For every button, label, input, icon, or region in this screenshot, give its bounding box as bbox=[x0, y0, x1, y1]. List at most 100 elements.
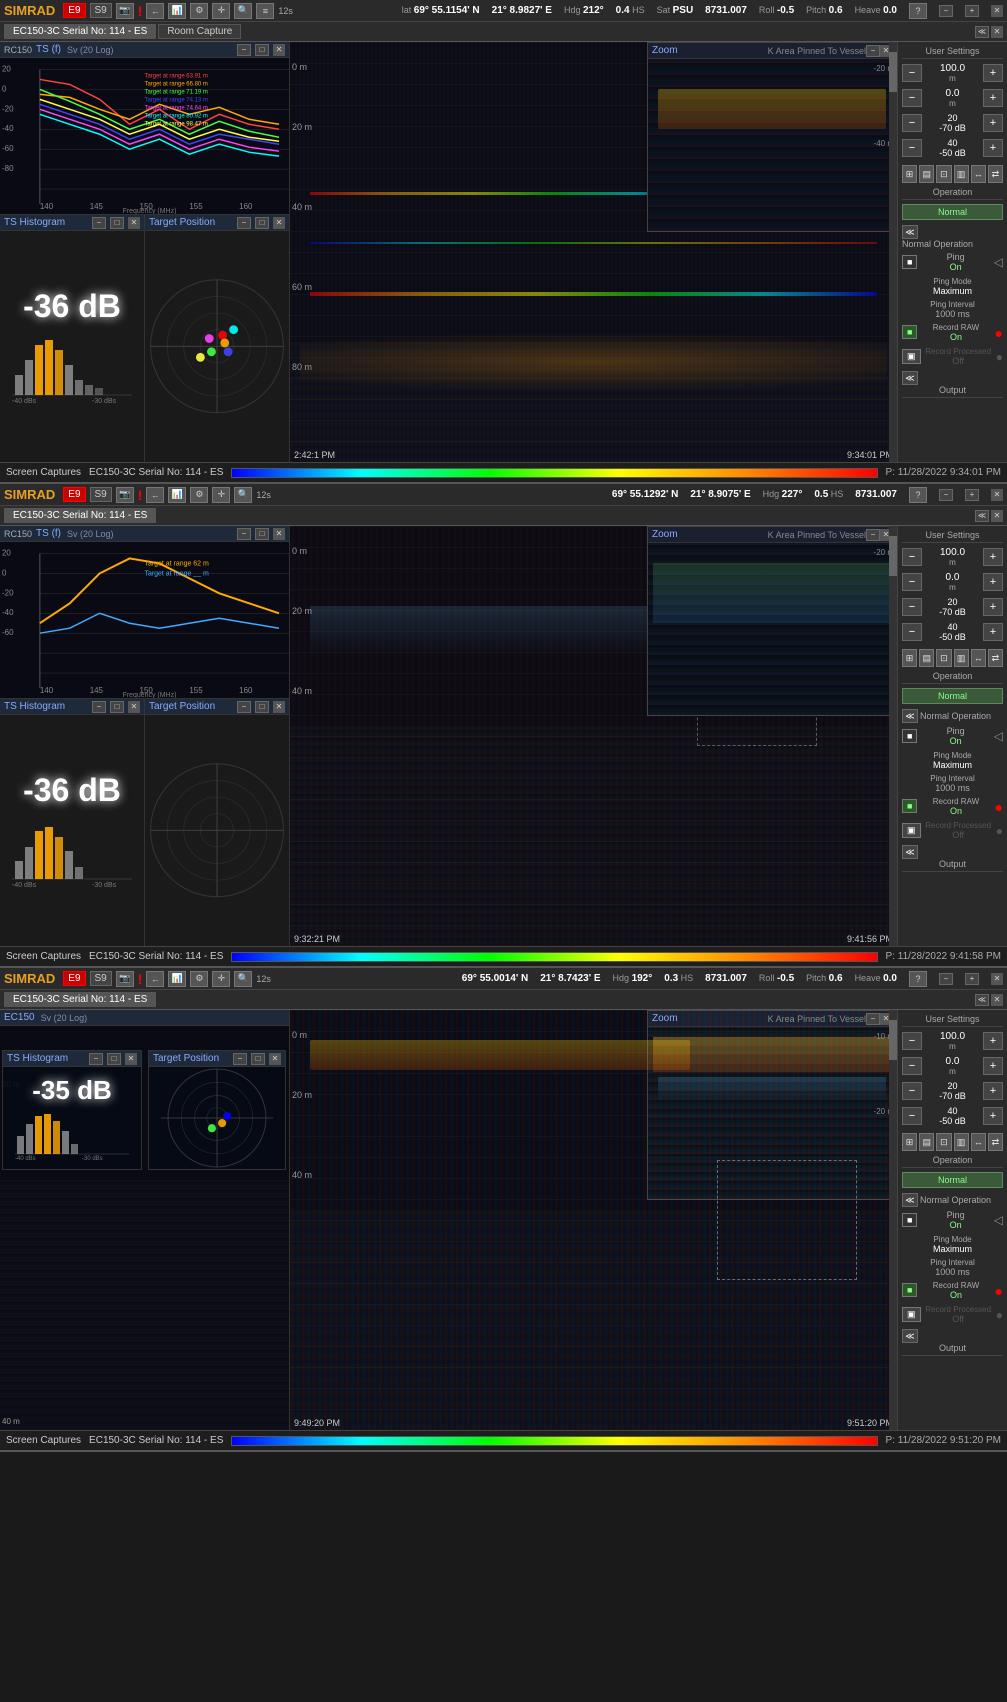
gain2-plus-1[interactable]: + bbox=[983, 139, 1003, 157]
pos-exp[interactable]: □ bbox=[255, 217, 269, 229]
badge-s9[interactable]: S9 bbox=[90, 3, 112, 18]
ts-title[interactable]: TS (f) bbox=[36, 44, 61, 55]
op-collapse-2[interactable]: ≪ bbox=[902, 709, 918, 723]
range-plus-2[interactable]: + bbox=[983, 548, 1003, 566]
collapse-1[interactable]: ≪ bbox=[975, 26, 989, 38]
camera-icon-2[interactable]: 📷 bbox=[116, 487, 134, 503]
collapse-3[interactable]: ≪ bbox=[975, 994, 989, 1006]
record-raw-btn-2[interactable]: ■ bbox=[902, 799, 917, 813]
close-tab-3[interactable]: ✕ bbox=[991, 994, 1003, 1006]
arrows-icon-2[interactable]: ↔ bbox=[971, 649, 986, 667]
close-panel-3[interactable]: ✕ bbox=[991, 973, 1003, 985]
grid-icon-3[interactable]: ▤ bbox=[919, 1133, 934, 1151]
op-collapse-3[interactable]: ≪ bbox=[902, 1193, 918, 1207]
hist-min[interactable]: − bbox=[92, 217, 106, 229]
hist-title-3[interactable]: TS Histogram bbox=[7, 1053, 68, 1064]
settings-icon-3[interactable]: ⚙ bbox=[190, 971, 208, 987]
swap-icon-3[interactable]: ⇄ bbox=[988, 1133, 1003, 1151]
zoom-min[interactable]: − bbox=[866, 45, 880, 57]
ts-minimize-2[interactable]: − bbox=[237, 528, 251, 540]
gain1-minus-1[interactable]: − bbox=[902, 114, 922, 132]
record-raw-btn-1[interactable]: ■ bbox=[902, 325, 917, 339]
pos-exp-2[interactable]: □ bbox=[255, 701, 269, 713]
offset-minus-1[interactable]: − bbox=[902, 89, 922, 107]
record-proc-btn-3[interactable]: ▣ bbox=[902, 1307, 921, 1322]
vscroll-3[interactable] bbox=[889, 1010, 897, 1430]
plus-btn-3[interactable]: + bbox=[965, 973, 979, 985]
badge-s9-3[interactable]: S9 bbox=[90, 971, 112, 986]
vscroll-1[interactable] bbox=[889, 42, 897, 462]
zoom-icon[interactable]: 🔍 bbox=[234, 3, 252, 19]
pos-close-3[interactable]: ✕ bbox=[269, 1053, 281, 1065]
op-normal-1[interactable]: Normal bbox=[902, 204, 1003, 220]
grid-icon-1[interactable]: ▤ bbox=[919, 165, 934, 183]
table-icon-3[interactable]: ▥ bbox=[954, 1133, 969, 1151]
close-panel-1[interactable]: ✕ bbox=[991, 5, 1003, 17]
zoom-icon-3[interactable]: 🔍 bbox=[234, 971, 252, 987]
output-collapse-3[interactable]: ≪ bbox=[902, 1329, 918, 1343]
list-icon[interactable]: ≡ bbox=[256, 3, 274, 19]
op-collapse-1[interactable]: ≪ bbox=[902, 225, 918, 239]
collapse-2[interactable]: ≪ bbox=[975, 510, 989, 522]
tab-ec150-2[interactable]: EC150-3C Serial No: 114 - ES bbox=[4, 508, 156, 523]
record-proc-btn-2[interactable]: ▣ bbox=[902, 823, 921, 838]
hist-close-3[interactable]: ✕ bbox=[125, 1053, 137, 1065]
tab-room-cap[interactable]: Room Capture bbox=[158, 24, 241, 39]
minus-btn-3[interactable]: − bbox=[939, 973, 953, 985]
offset-plus-2[interactable]: + bbox=[983, 573, 1003, 591]
ts-title-2[interactable]: TS (f) bbox=[36, 528, 61, 539]
ping-btn-1[interactable]: ■ bbox=[902, 255, 917, 269]
pos-close-2[interactable]: ✕ bbox=[273, 701, 285, 713]
screen-cap-device-2[interactable]: EC150-3C Serial No: 114 - ES bbox=[89, 951, 223, 962]
camera-icon-3[interactable]: 📷 bbox=[116, 971, 134, 987]
pos-title-2[interactable]: Target Position bbox=[149, 701, 215, 712]
gain2-plus-2[interactable]: + bbox=[983, 623, 1003, 641]
pos-min-2[interactable]: − bbox=[237, 701, 251, 713]
tab-ec150-3[interactable]: EC150-3C Serial No: 114 - ES bbox=[4, 992, 156, 1007]
ts-title-3[interactable]: EC150 bbox=[4, 1012, 35, 1023]
badge-e9-3[interactable]: E9 bbox=[63, 971, 85, 986]
view-icon-2[interactable]: ⊞ bbox=[902, 649, 917, 667]
gain1-minus-3[interactable]: − bbox=[902, 1082, 922, 1100]
swap-icon-1[interactable]: ⇄ bbox=[988, 165, 1003, 183]
help-icon[interactable]: ? bbox=[909, 3, 927, 19]
arrow-icon-2[interactable]: ← bbox=[146, 487, 164, 503]
chart-icon[interactable]: 📊 bbox=[168, 3, 186, 19]
hist-min-2[interactable]: − bbox=[92, 701, 106, 713]
close-tab-1[interactable]: ✕ bbox=[991, 26, 1003, 38]
cursor-icon-2[interactable]: ✛ bbox=[212, 487, 230, 503]
gain2-minus-2[interactable]: − bbox=[902, 623, 922, 641]
hist-title-2[interactable]: TS Histogram bbox=[4, 701, 65, 712]
cursor-icon[interactable]: ✛ bbox=[212, 3, 230, 19]
minus-btn[interactable]: − bbox=[939, 5, 953, 17]
hist-title-1[interactable]: TS Histogram bbox=[4, 217, 65, 228]
offset-plus-3[interactable]: + bbox=[983, 1057, 1003, 1075]
cursor-icon-3[interactable]: ✛ bbox=[212, 971, 230, 987]
record-raw-btn-3[interactable]: ■ bbox=[902, 1283, 917, 1297]
ping-btn-2[interactable]: ■ bbox=[902, 729, 917, 743]
gain1-plus-1[interactable]: + bbox=[983, 114, 1003, 132]
gain1-minus-2[interactable]: − bbox=[902, 598, 922, 616]
hist-exp-3[interactable]: □ bbox=[107, 1053, 121, 1065]
help-icon-2[interactable]: ? bbox=[909, 487, 927, 503]
op-normal-3[interactable]: Normal bbox=[902, 1172, 1003, 1188]
ts-expand-2[interactable]: □ bbox=[255, 528, 269, 540]
ping-audio-icon[interactable]: ◁ bbox=[994, 255, 1003, 269]
arrows-icon-3[interactable]: ↔ bbox=[971, 1133, 986, 1151]
gain1-plus-2[interactable]: + bbox=[983, 598, 1003, 616]
settings-icon[interactable]: ⚙ bbox=[190, 3, 208, 19]
plus-btn-2[interactable]: + bbox=[965, 489, 979, 501]
chart2-icon-2[interactable]: ⊡ bbox=[936, 649, 951, 667]
swap-icon-2[interactable]: ⇄ bbox=[988, 649, 1003, 667]
vscroll-2[interactable] bbox=[889, 526, 897, 946]
pos-title-1[interactable]: Target Position bbox=[149, 217, 215, 228]
screen-cap-label-1[interactable]: Screen Captures bbox=[6, 467, 81, 478]
hist-close[interactable]: ✕ bbox=[128, 217, 140, 229]
range-minus-2[interactable]: − bbox=[902, 548, 922, 566]
plus-btn[interactable]: + bbox=[965, 5, 979, 17]
ping-btn-3[interactable]: ■ bbox=[902, 1213, 917, 1227]
record-proc-btn-1[interactable]: ▣ bbox=[902, 349, 921, 364]
range-plus-1[interactable]: + bbox=[983, 64, 1003, 82]
output-collapse-1[interactable]: ≪ bbox=[902, 371, 918, 385]
offset-plus-1[interactable]: + bbox=[983, 89, 1003, 107]
